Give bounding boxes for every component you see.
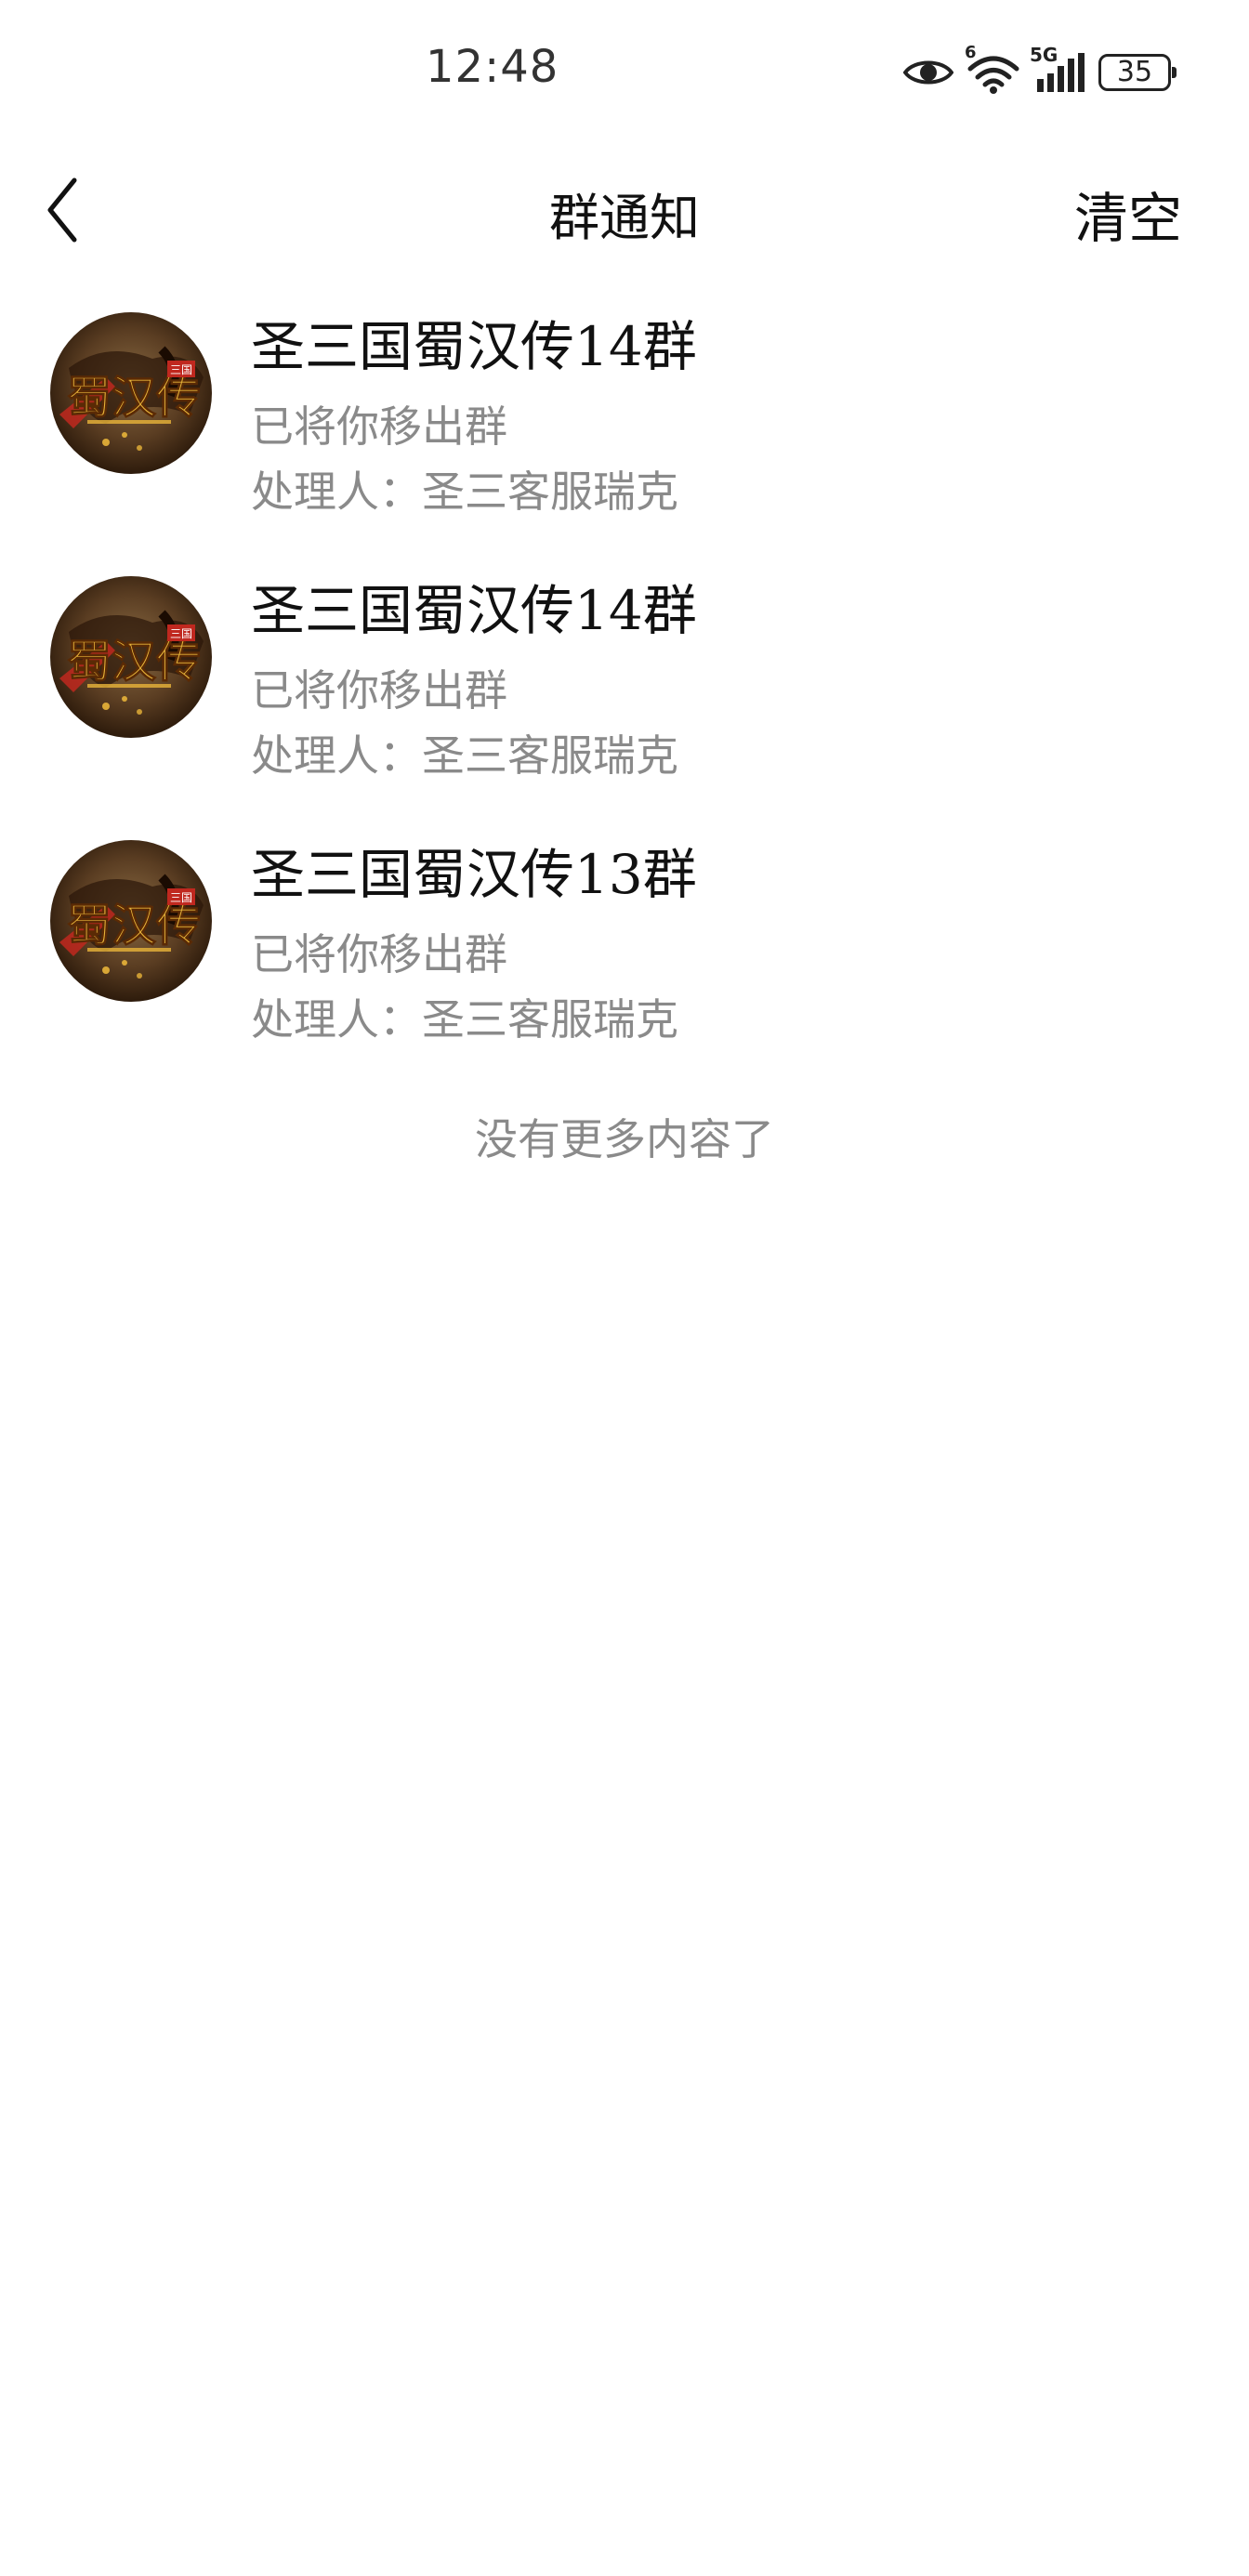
app-header: 群通知 清空 [0, 139, 1249, 279]
notification-action: 已将你移出群 [251, 665, 507, 716]
notification-text: 圣三国蜀汉传14群 已将你移出群 处理人：圣三客服瑞克 [251, 296, 697, 513]
wifi-generation-label: 6 [965, 43, 977, 62]
group-avatar[interactable]: 蜀汉传 三国 [50, 840, 212, 1002]
notification-handler: 处理人：圣三客服瑞克 [251, 994, 678, 1045]
notification-action: 已将你移出群 [251, 401, 507, 452]
notification-handler: 处理人：圣三客服瑞克 [251, 730, 678, 781]
status-icons: 6 5G 35 [903, 43, 1177, 100]
notification-item[interactable]: 蜀汉传 三国 圣三国蜀汉传14群 已将你移出群 处理人：圣三客服瑞克 [0, 296, 1249, 559]
network-type-label: 5G [1030, 44, 1058, 66]
avatar-logo-text: 蜀汉传 [67, 372, 201, 424]
group-avatar[interactable]: 蜀汉传 三国 [50, 312, 212, 474]
eye-icon [903, 56, 953, 89]
notification-handler: 处理人：圣三客服瑞克 [251, 467, 678, 517]
wifi-icon: 6 [965, 43, 1020, 95]
status-bar: 12:48 6 5G 35 [0, 0, 1249, 139]
notification-item[interactable]: 蜀汉传 三国 圣三国蜀汉传14群 已将你移出群 处理人：圣三客服瑞克 [0, 559, 1249, 823]
notification-action: 已将你移出群 [251, 929, 507, 979]
avatar-logo-text: 蜀汉传 [67, 900, 201, 952]
page-title: 群通知 [549, 189, 700, 247]
clear-button[interactable]: 清空 [1074, 175, 1182, 253]
notification-list: 蜀汉传 三国 圣三国蜀汉传14群 已将你移出群 处理人：圣三客服瑞克 蜀汉传 三… [0, 296, 1249, 1087]
signal-icon: 5G [1030, 44, 1085, 94]
group-name: 圣三国蜀汉传13群 [251, 843, 697, 906]
battery-level: 35 [1116, 56, 1153, 88]
group-name: 圣三国蜀汉传14群 [251, 579, 697, 642]
notification-item[interactable]: 蜀汉传 三国 圣三国蜀汉传13群 已将你移出群 处理人：圣三客服瑞克 [0, 823, 1249, 1087]
status-time: 12:48 [426, 41, 559, 93]
notification-text: 圣三国蜀汉传13群 已将你移出群 处理人：圣三客服瑞克 [251, 823, 697, 1041]
group-avatar[interactable]: 蜀汉传 三国 [50, 576, 212, 738]
no-more-content-label: 没有更多内容了 [475, 1114, 774, 1164]
avatar-badge-text: 三国 [170, 627, 192, 640]
notification-text: 圣三国蜀汉传14群 已将你移出群 处理人：圣三客服瑞克 [251, 559, 697, 777]
group-name: 圣三国蜀汉传14群 [251, 315, 697, 378]
avatar-badge-text: 三国 [170, 891, 192, 904]
battery-icon: 35 [1098, 54, 1177, 91]
avatar-logo-text: 蜀汉传 [67, 636, 201, 688]
avatar-badge-text: 三国 [170, 363, 192, 376]
